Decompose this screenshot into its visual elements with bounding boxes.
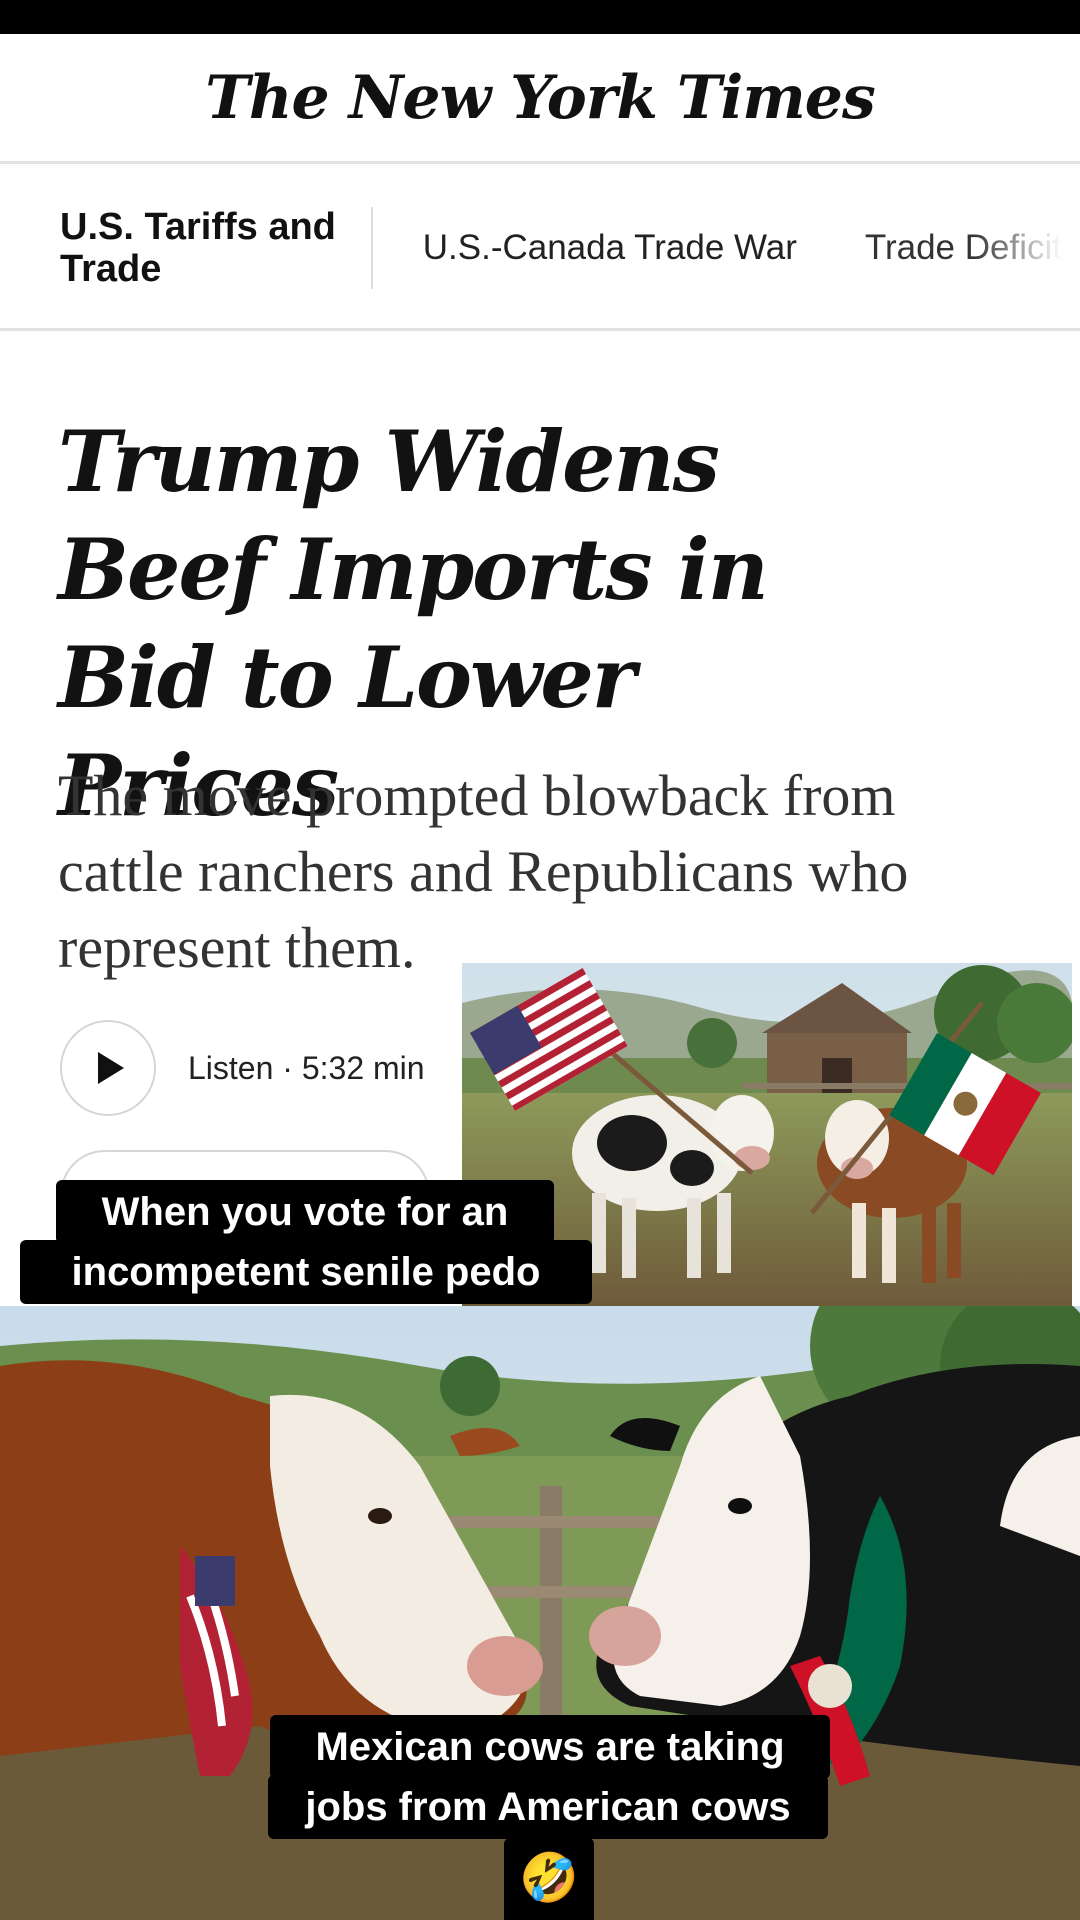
nyt-logo[interactable]: The New York Times: [205, 63, 875, 133]
caption-bottom-line1: Mexican cows are taking: [270, 1715, 830, 1779]
play-icon: [98, 1052, 124, 1084]
listen-control[interactable]: Listen · 5:32 min: [60, 1020, 425, 1116]
laughing-emoji-icon: 🤣: [504, 1838, 594, 1920]
play-button[interactable]: [60, 1020, 156, 1116]
subnav-item-canada-trade-war[interactable]: U.S.-Canada Trade War: [423, 228, 797, 268]
subnav-item-trade-deficit[interactable]: Trade Deficit: [865, 228, 1062, 268]
masthead[interactable]: The New York Times: [0, 34, 1080, 164]
caption-top-line2: incompetent senile pedo: [20, 1240, 592, 1304]
caption-bottom-line2: jobs from American cows: [268, 1775, 828, 1839]
caption-top-line1: When you vote for an: [56, 1180, 554, 1244]
article-summary: The move prompted blowback from cattle r…: [58, 763, 909, 980]
status-bar: [0, 0, 1080, 34]
topic-subnav: U.S. Tariffs and Trade U.S.-Canada Trade…: [0, 167, 1080, 331]
subnav-section-label[interactable]: U.S. Tariffs and Trade: [0, 206, 373, 290]
listen-label: Listen · 5:32 min: [188, 1049, 425, 1086]
